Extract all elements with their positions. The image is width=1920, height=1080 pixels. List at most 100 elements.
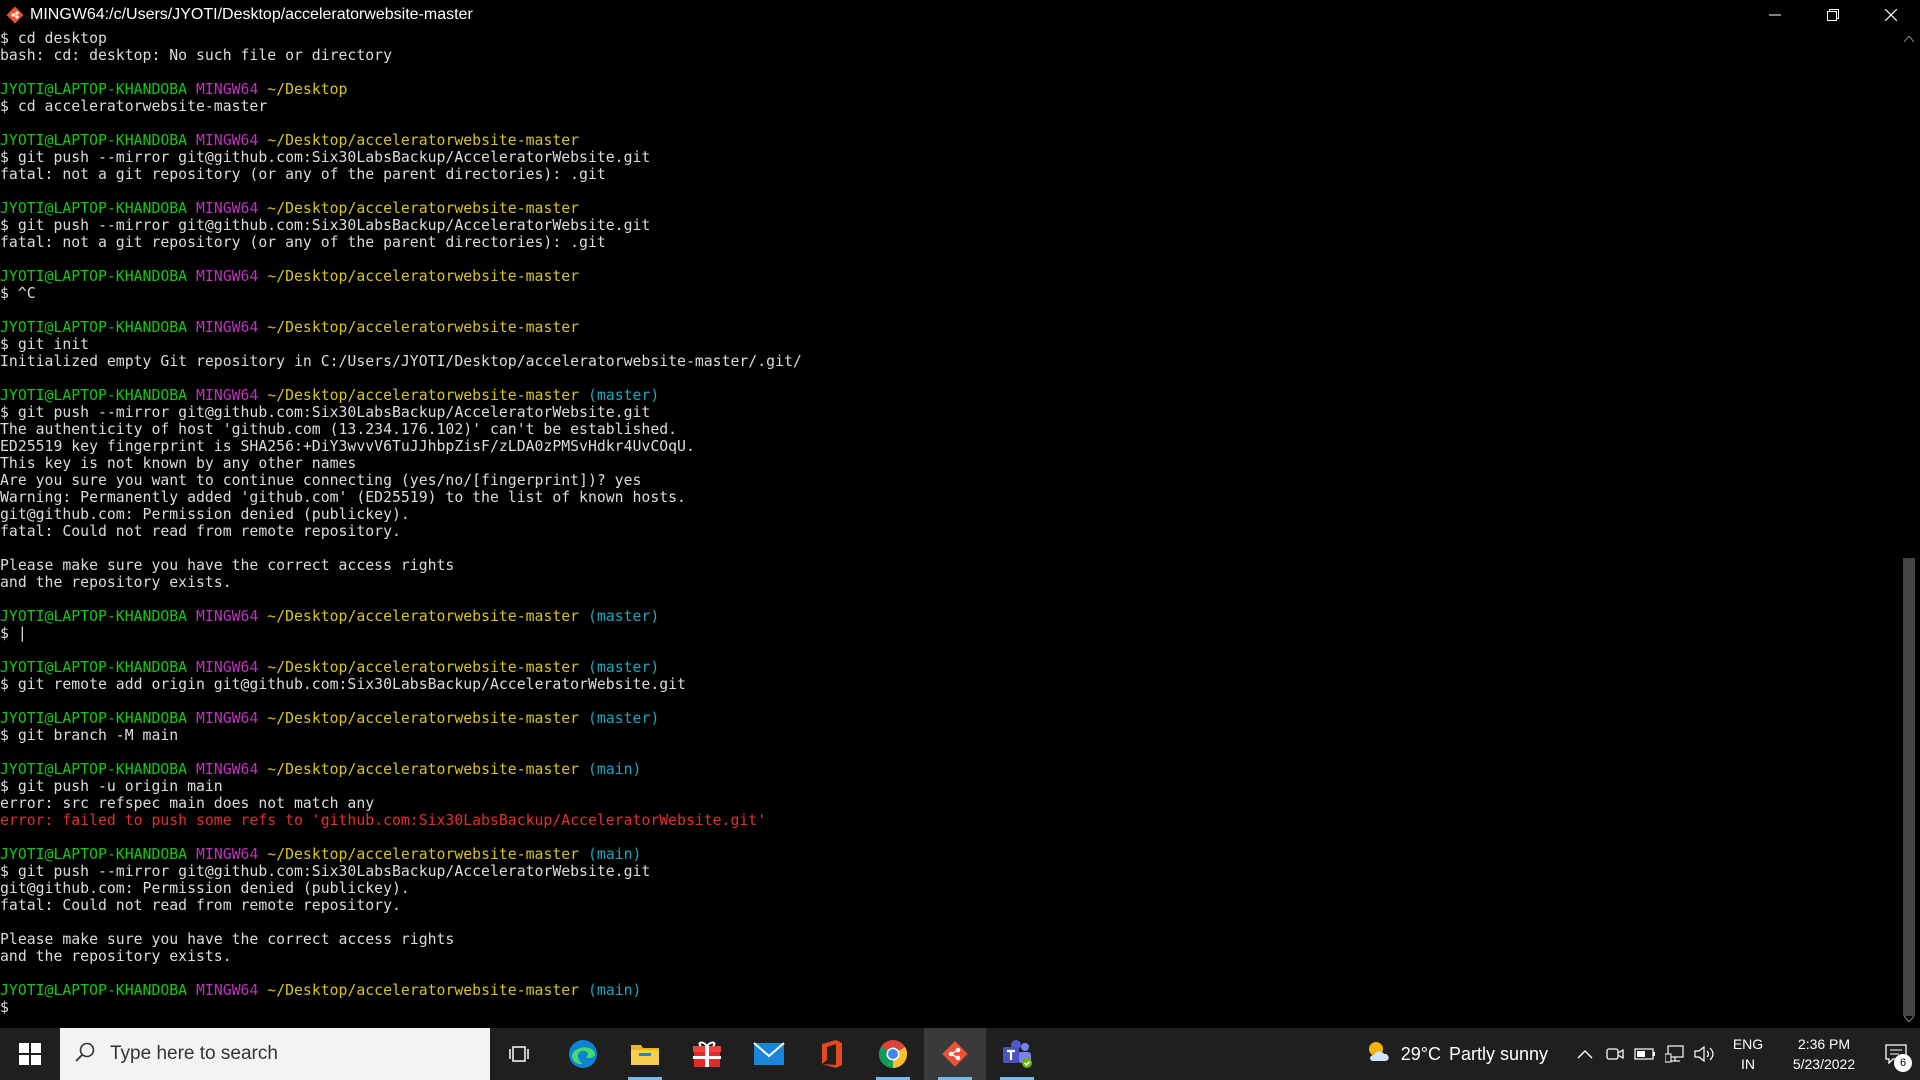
terminal-scrollbar[interactable] — [1898, 30, 1920, 1028]
terminal-text: (master) — [588, 387, 660, 404]
taskbar-search-box[interactable]: Type here to search — [60, 1028, 490, 1080]
terminal-text: MINGW64 — [196, 710, 259, 727]
terminal-text: $ git push -u origin main — [0, 778, 223, 795]
close-icon[interactable] — [1862, 0, 1920, 30]
network-icon[interactable] — [1660, 1028, 1690, 1080]
terminal-line: This key is not known by any other names — [0, 455, 1898, 472]
terminal-line: The authenticity of host 'github.com (13… — [0, 421, 1898, 438]
file-explorer-icon[interactable] — [614, 1028, 676, 1080]
terminal-text: fatal: Could not read from remote reposi… — [0, 523, 401, 540]
terminal-line: $ git push --mirror git@github.com:Six30… — [0, 217, 1898, 234]
clock[interactable]: 2:36 PM 5/23/2022 — [1776, 1034, 1872, 1074]
terminal-text: $ cd acceleratorwebsite-master — [0, 98, 268, 115]
terminal-text: $ git push --mirror git@github.com:Six30… — [0, 863, 651, 880]
terminal-text: ~/Desktop/acceleratorwebsite-master — [267, 761, 580, 778]
terminal-text: JYOTI@LAPTOP-KHANDOBA — [0, 387, 188, 404]
search-icon — [74, 1041, 96, 1067]
system-tray: 29°C Partly sunny ENG IN 2:36 PM 5/23/20… — [1365, 1028, 1920, 1080]
window-title: MINGW64:/c/Users/JYOTI/Desktop/accelerat… — [30, 6, 473, 23]
terminal-line: JYOTI@LAPTOP-KHANDOBA MINGW64 ~/Desktop/… — [0, 268, 1898, 285]
terminal-line: JYOTI@LAPTOP-KHANDOBA MINGW64 ~/Desktop/… — [0, 659, 1898, 676]
scroll-up-icon[interactable] — [1898, 30, 1920, 48]
terminal-text: ~/Desktop/acceleratorwebsite-master — [267, 846, 580, 863]
terminal-line: $ cd acceleratorwebsite-master — [0, 98, 1898, 115]
terminal-line: JYOTI@LAPTOP-KHANDOBA MINGW64 ~/Desktop/… — [0, 710, 1898, 727]
terminal-text: ~/Desktop/acceleratorwebsite-master — [267, 268, 580, 285]
battery-icon[interactable] — [1630, 1028, 1660, 1080]
minimize-icon[interactable] — [1746, 0, 1804, 30]
terminal-text: JYOTI@LAPTOP-KHANDOBA — [0, 81, 188, 98]
terminal-text: error: failed to push some refs to 'gith… — [0, 812, 767, 829]
terminal-text: MINGW64 — [196, 200, 259, 217]
terminal-text: Please make sure you have the correct ac… — [0, 931, 455, 948]
scroll-down-icon[interactable] — [1898, 1010, 1920, 1028]
gift-icon[interactable] — [676, 1028, 738, 1080]
terminal-text: $ git remote add origin git@github.com:S… — [0, 676, 686, 693]
terminal-text: JYOTI@LAPTOP-KHANDOBA — [0, 200, 188, 217]
terminal-text: JYOTI@LAPTOP-KHANDOBA — [0, 846, 188, 863]
office-icon[interactable] — [800, 1028, 862, 1080]
terminal-output[interactable]: $ cd desktop bash: cd: desktop: No such f… — [0, 30, 1898, 1028]
terminal-text: ~/Desktop/acceleratorwebsite-master — [267, 710, 580, 727]
terminal-line: ED25519 key fingerprint is SHA256:+DiY3w… — [0, 438, 1898, 455]
volume-icon[interactable] — [1690, 1028, 1720, 1080]
terminal-line: git@github.com: Permission denied (publi… — [0, 506, 1898, 523]
terminal-text: $ — [0, 999, 9, 1016]
terminal-text: ~/Desktop/acceleratorwebsite-master — [267, 387, 580, 404]
restore-icon[interactable] — [1804, 0, 1862, 30]
chrome-icon[interactable] — [862, 1028, 924, 1080]
task-view-icon[interactable] — [490, 1028, 552, 1080]
terminal-text: MINGW64 — [196, 268, 259, 285]
terminal-text: JYOTI@LAPTOP-KHANDOBA — [0, 710, 188, 727]
meet-now-icon[interactable] — [1600, 1028, 1630, 1080]
scrollbar-thumb[interactable] — [1903, 558, 1915, 1016]
terminal-text: (master) — [588, 710, 660, 727]
weather-widget[interactable]: 29°C Partly sunny — [1365, 1039, 1548, 1070]
terminal-line: JYOTI@LAPTOP-KHANDOBA MINGW64 ~/Desktop/… — [0, 608, 1898, 625]
windows-start-icon[interactable] — [0, 1028, 60, 1080]
terminal-line: $ git init — [0, 336, 1898, 353]
terminal-line: Please make sure you have the correct ac… — [0, 557, 1898, 574]
terminal-text: JYOTI@LAPTOP-KHANDOBA — [0, 982, 188, 999]
terminal-text: Warning: Permanently added 'github.com' … — [0, 489, 686, 506]
language-region: IN — [1741, 1056, 1755, 1072]
language-indicator[interactable]: ENG IN — [1728, 1034, 1768, 1074]
terminal-line: and the repository exists. — [0, 574, 1898, 591]
terminal-line: JYOTI@LAPTOP-KHANDOBA MINGW64 ~/Desktop/… — [0, 846, 1898, 863]
terminal-line: bash: cd: desktop: No such file or direc… — [0, 47, 1898, 64]
clock-date: 5/23/2022 — [1792, 1056, 1856, 1072]
terminal-text: MINGW64 — [196, 132, 259, 149]
taskbar: Type here to search 29°C Partly sunny EN… — [0, 1028, 1920, 1080]
terminal-line: $ git remote add origin git@github.com:S… — [0, 676, 1898, 693]
terminal-text: (main) — [588, 761, 642, 778]
notification-count: 6 — [1894, 1054, 1912, 1072]
mail-icon[interactable] — [738, 1028, 800, 1080]
teams-icon[interactable] — [986, 1028, 1048, 1080]
terminal-line: fatal: Could not read from remote reposi… — [0, 897, 1898, 914]
chevron-up-icon[interactable] — [1570, 1028, 1600, 1080]
git-bash-taskbar-icon[interactable] — [924, 1028, 986, 1080]
terminal-line: JYOTI@LAPTOP-KHANDOBA MINGW64 ~/Desktop/… — [0, 319, 1898, 336]
action-center-icon[interactable]: 6 — [1872, 1028, 1920, 1080]
partly-sunny-icon — [1365, 1039, 1393, 1070]
terminal-text: $ git init — [0, 336, 90, 353]
edge-icon[interactable] — [552, 1028, 614, 1080]
